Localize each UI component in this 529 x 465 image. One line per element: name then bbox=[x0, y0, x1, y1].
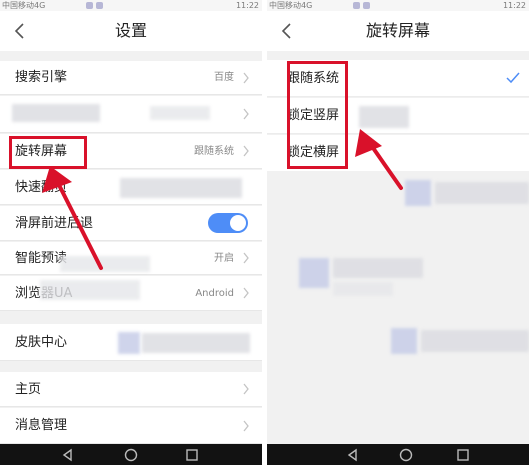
nav-home-icon[interactable] bbox=[398, 447, 414, 463]
rotate-screen-page: 中国移动4G 11:22 旋转屏幕 跟随系统 锁定竖屏 锁定横屏 bbox=[267, 0, 529, 465]
android-nav-bar bbox=[267, 444, 529, 465]
pointer-arrow bbox=[355, 129, 403, 190]
nav-back-icon[interactable] bbox=[345, 447, 361, 463]
nav-recents-icon[interactable] bbox=[455, 447, 471, 463]
pointer-arrow bbox=[42, 166, 103, 270]
settings-screen: 中国移动4G 11:22 设置 搜索引擎 百度 旋转屏幕 跟随系统 快速翻页 滑… bbox=[0, 0, 262, 465]
